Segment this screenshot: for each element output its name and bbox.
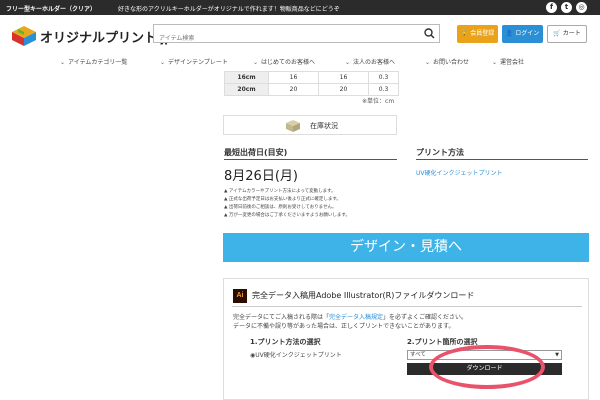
print-method-link[interactable]: UV硬化インクジェットプリント bbox=[416, 168, 503, 177]
twitter-icon[interactable]: t bbox=[561, 2, 572, 13]
cart-button[interactable]: 🛒 カート bbox=[547, 25, 587, 43]
thickness-cell: 0.3 bbox=[368, 71, 399, 84]
facebook-icon[interactable]: f bbox=[546, 2, 557, 13]
chevron-down-icon: ⌄ bbox=[492, 59, 498, 66]
size-table: 16cm 16 16 0.3 20cm 20 20 0.3 bbox=[224, 71, 399, 96]
guidelines-link[interactable]: 完全データ入稿規定 bbox=[329, 314, 383, 321]
member-register-label: 会員登録 bbox=[470, 30, 495, 37]
stock-status-label: 在庫状況 bbox=[310, 122, 338, 130]
search-icon[interactable] bbox=[424, 28, 435, 39]
size-cell: 16cm bbox=[224, 71, 269, 84]
divider bbox=[224, 159, 397, 160]
lock-icon: 🔒 bbox=[460, 30, 469, 37]
logo-cube-icon[interactable] bbox=[11, 25, 37, 47]
step1-option[interactable]: ◉UV硬化インクジェットプリント bbox=[250, 350, 342, 359]
nav-item-template[interactable]: ⌄ デザインテンプレート bbox=[160, 57, 228, 66]
print-method-heading: プリント方法 bbox=[416, 148, 464, 157]
product-tagline: 好きな形のアクリルキーホルダーがオリジナルで作れます！物販商品などにどうぞ bbox=[118, 6, 340, 13]
ship-note: ▲ 出荷日前後のご相談は、原則お受けしておりません。 bbox=[224, 205, 337, 210]
nav-item-first-time[interactable]: ⌄ はじめてのお客様へ bbox=[253, 57, 315, 66]
width-cell: 16 bbox=[268, 71, 319, 84]
size-cell: 20cm bbox=[224, 83, 269, 96]
step1-heading: 1.プリント方法の選択 bbox=[250, 338, 321, 346]
stock-status-button[interactable]: 在庫状況 bbox=[223, 115, 397, 135]
highlight-circle bbox=[429, 345, 545, 389]
login-label: ログイン bbox=[515, 30, 540, 37]
ship-notes: ▲ アイテムカラーやプリント方法によって変動します。 ▲ 正式な出荷予定日はお支… bbox=[224, 188, 350, 220]
download-panel: Ai 完全データ入稿用Adobe Illustrator(R)ファイルダウンロー… bbox=[223, 278, 589, 400]
ship-date-heading: 最短出荷日(目安) bbox=[224, 148, 288, 157]
divider bbox=[416, 159, 588, 160]
select-value: すべて bbox=[410, 352, 426, 358]
unit-note: ※単位：cm bbox=[362, 98, 395, 105]
ship-note: ▲ 万が一変更の場合はご了承くださいますようお願いします。 bbox=[224, 213, 350, 218]
box-icon bbox=[286, 120, 300, 132]
chevron-down-icon: ▼ bbox=[555, 352, 559, 358]
top-bar: フリー型キーホルダー（クリア） 好きな形のアクリルキーホルダーがオリジナルで作れ… bbox=[0, 0, 600, 15]
chevron-down-icon: ⌄ bbox=[160, 59, 166, 66]
chevron-down-icon: ⌄ bbox=[345, 59, 351, 66]
search-input[interactable] bbox=[154, 30, 414, 47]
login-button[interactable]: 👤 ログイン bbox=[502, 25, 543, 43]
height-cell: 20 bbox=[318, 83, 369, 96]
download-warning: データに不備や誤り等があった場合は、正しくプリントできないことがあります。 bbox=[233, 323, 455, 330]
cart-label: カート bbox=[562, 30, 581, 37]
height-cell: 16 bbox=[318, 71, 369, 84]
warning-icon: ▲ bbox=[224, 189, 228, 194]
design-estimate-button[interactable]: デザイン・見積へ bbox=[223, 233, 589, 262]
thickness-cell: 0.3 bbox=[368, 83, 399, 96]
nav-item-company[interactable]: ⌄ 運営会社 bbox=[492, 57, 524, 66]
nav-item-corporate[interactable]: ⌄ 法人のお客様へ bbox=[345, 57, 395, 66]
site-header: オリジナルプリント.jp 🔒 会員登録 👤 ログイン 🛒 カート bbox=[0, 15, 600, 53]
member-register-button[interactable]: 🔒 会員登録 bbox=[457, 25, 498, 43]
warning-icon: ▲ bbox=[224, 213, 228, 218]
chevron-down-icon: ⌄ bbox=[60, 59, 66, 66]
illustrator-icon: Ai bbox=[233, 289, 247, 303]
search-bar bbox=[153, 24, 440, 47]
user-icon: 👤 bbox=[505, 30, 514, 37]
download-title: 完全データ入稿用Adobe Illustrator(R)ファイルダウンロード bbox=[252, 291, 475, 300]
nav-item-contact[interactable]: ⌄ お問い合わせ bbox=[425, 57, 469, 66]
cart-icon: 🛒 bbox=[553, 30, 561, 37]
ship-note: ▲ 正式な出荷予定日はお支払い後より正式に確定します。 bbox=[224, 197, 341, 202]
nav-item-category[interactable]: ⌄ アイテムカテゴリ一覧 bbox=[60, 57, 127, 66]
ship-note: ▲ アイテムカラーやプリント方法によって変動します。 bbox=[224, 189, 336, 194]
main-nav: ⌄ アイテムカテゴリ一覧 ⌄ デザインテンプレート ⌄ はじめてのお客様へ ⌄ 法人のお… bbox=[0, 53, 600, 69]
chevron-down-icon: ⌄ bbox=[425, 59, 431, 66]
table-row: 20cm 20 20 0.3 bbox=[224, 83, 399, 96]
warning-icon: ▲ bbox=[224, 197, 228, 202]
download-instructions: 完全データにてご入稿される際は「完全データ入稿規定」を必ずよくご確認ください。 bbox=[233, 314, 468, 321]
ship-date-value: 8月26日(月) bbox=[224, 169, 298, 184]
warning-icon: ▲ bbox=[224, 205, 228, 210]
instagram-icon[interactable]: ◎ bbox=[576, 2, 587, 13]
product-title: フリー型キーホルダー（クリア） bbox=[6, 6, 97, 13]
table-row: 16cm 16 16 0.3 bbox=[224, 71, 399, 84]
width-cell: 20 bbox=[268, 83, 319, 96]
divider bbox=[232, 306, 582, 307]
chevron-down-icon: ⌄ bbox=[253, 59, 259, 66]
